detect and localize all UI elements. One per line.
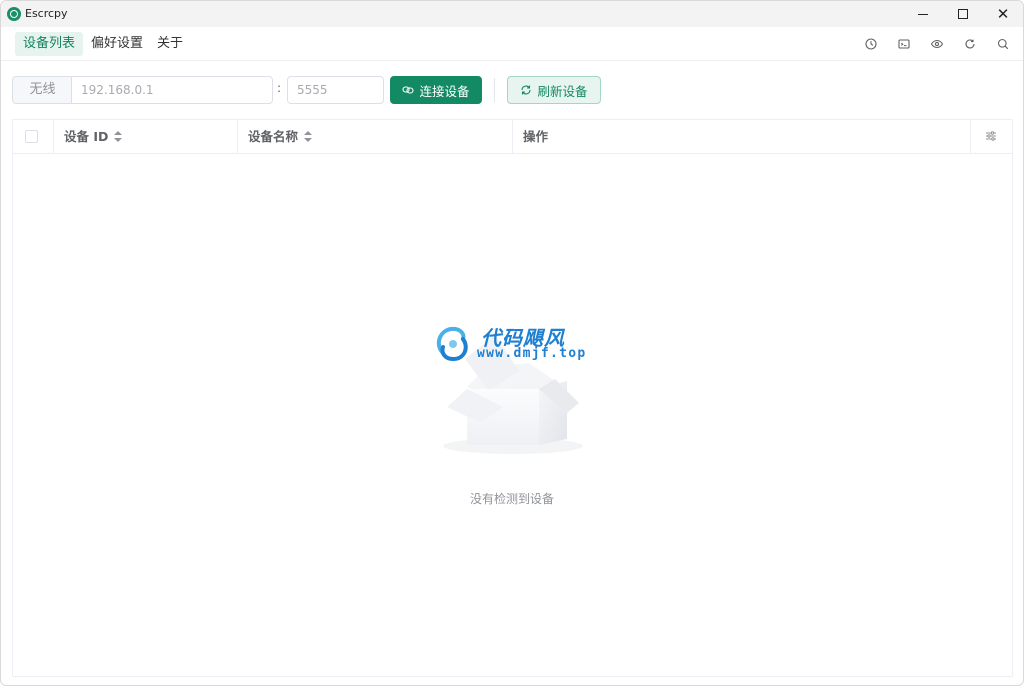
app-window: Escrcpy ✕ 设备列表 偏好设置 关于 无线 : 连接设备 刷新设备 <box>0 0 1024 686</box>
column-device-id-label: 设备 ID <box>64 129 109 144</box>
column-actions-label: 操作 <box>523 129 549 144</box>
minimize-icon <box>918 13 928 15</box>
title-bar: Escrcpy ✕ <box>1 1 1023 27</box>
refresh-devices-label: 刷新设备 <box>537 83 588 99</box>
minimize-button[interactable] <box>903 1 943 27</box>
watermark-url: www.dmjf.top <box>477 346 587 361</box>
connect-device-button[interactable]: 连接设备 <box>390 76 482 104</box>
app-logo-icon <box>7 7 21 21</box>
connect-device-label: 连接设备 <box>419 83 470 99</box>
wireless-addon-label: 无线 <box>12 76 72 104</box>
sort-icon[interactable] <box>114 130 123 143</box>
tab-about[interactable]: 关于 <box>149 32 191 56</box>
toolbar-divider <box>494 78 495 102</box>
refresh-icon[interactable] <box>963 37 977 51</box>
refresh-icon <box>521 85 532 95</box>
port-input[interactable] <box>287 76 384 104</box>
select-all-checkbox[interactable] <box>25 130 38 143</box>
column-settings-cell <box>971 120 1012 154</box>
column-device-name-label: 设备名称 <box>248 129 299 144</box>
sort-icon[interactable] <box>304 130 313 143</box>
close-icon: ✕ <box>996 4 1010 23</box>
terminal-icon[interactable] <box>897 37 911 51</box>
select-all-cell <box>13 120 54 154</box>
maximize-icon <box>958 9 968 19</box>
ip-port-separator: : <box>277 81 282 95</box>
search-icon[interactable] <box>996 37 1010 51</box>
eye-icon[interactable] <box>930 37 944 51</box>
column-actions: 操作 <box>513 120 971 154</box>
tab-device-list[interactable]: 设备列表 <box>15 32 84 56</box>
ip-address-input[interactable] <box>71 76 273 104</box>
close-button[interactable]: ✕ <box>983 1 1023 27</box>
clock-icon[interactable] <box>864 37 878 51</box>
maximize-button[interactable] <box>943 1 983 27</box>
tab-preferences[interactable]: 偏好设置 <box>83 32 151 56</box>
app-title: Escrcpy <box>25 7 68 20</box>
column-device-id[interactable]: 设备 ID <box>54 120 238 154</box>
table-header: 设备 ID 设备名称 操作 <box>13 120 1012 154</box>
empty-state-text: 没有检测到设备 <box>469 492 554 506</box>
link-icon <box>402 86 415 94</box>
watermark-logo-icon <box>436 326 468 362</box>
column-device-name[interactable]: 设备名称 <box>238 120 513 154</box>
refresh-devices-button[interactable]: 刷新设备 <box>507 76 601 104</box>
column-settings-icon[interactable] <box>985 130 997 142</box>
